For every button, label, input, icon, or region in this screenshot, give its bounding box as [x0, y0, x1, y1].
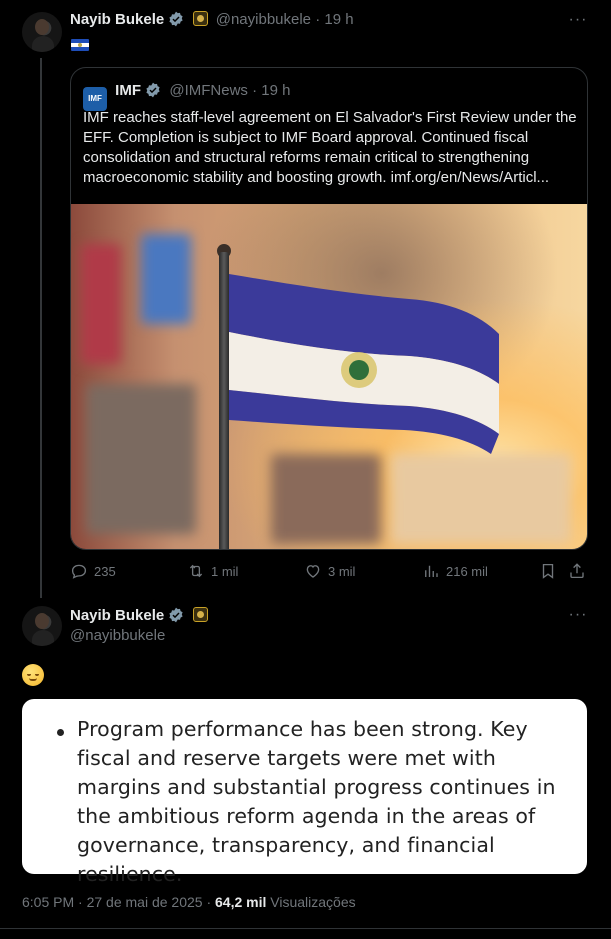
repost-icon	[189, 564, 203, 578]
author-name[interactable]: Nayib Bukele	[70, 11, 164, 28]
el-salvador-flag	[229, 274, 499, 454]
tweet-header: Nayib Bukele	[70, 606, 208, 626]
views-label: Visualizações	[266, 894, 356, 910]
quoted-tweet-card[interactable]: IMF IMF @IMFNews · 19 h IMF reaches staf…	[70, 67, 588, 550]
engagement-bar: 235 1 mil 3 mil 216 mil	[70, 562, 590, 582]
quoted-tweet-text: IMF reaches staff-level agreement on El …	[83, 109, 577, 186]
quoted-tweet-image[interactable]	[71, 204, 587, 549]
like-icon	[306, 565, 320, 578]
tweet-time[interactable]: 19 h	[324, 11, 353, 28]
verified-icon	[146, 82, 160, 98]
tweet-meta: 6:05 PM · 27 de mai de 2025 · 64,2 mil V…	[22, 894, 356, 910]
flagpole	[219, 252, 229, 549]
more-icon[interactable]: ···	[568, 12, 588, 34]
views-total: 64,2 mil	[215, 894, 267, 910]
gold-badge-icon	[192, 11, 208, 26]
flag-icon	[71, 39, 89, 51]
repost-count: 1 mil	[211, 563, 239, 579]
quoted-author-handle: @IMFNews	[169, 82, 248, 99]
quoted-tweet-time: 19 h	[261, 82, 291, 99]
avatar[interactable]	[22, 12, 62, 52]
reply-button[interactable]: 235	[70, 562, 116, 580]
reply-count: 235	[94, 563, 116, 579]
verified-icon	[169, 607, 183, 623]
tweet-header: Nayib Bukele @nayibbukele · 19 h	[70, 10, 354, 30]
verified-icon	[169, 11, 183, 27]
separator-dot: ·	[315, 11, 321, 28]
tweet-thread: Nayib Bukele @nayibbukele · 19 h ··· IMF…	[0, 0, 611, 939]
quoted-tweet-header: IMF IMF @IMFNews · 19 h	[83, 81, 290, 111]
bookmark-icon	[542, 563, 554, 579]
views-icon	[425, 565, 438, 577]
quoted-author-name: IMF	[115, 82, 141, 99]
views-count: 216 mil	[446, 563, 488, 579]
share-button[interactable]	[568, 562, 586, 580]
bullet-icon	[57, 729, 64, 736]
bookmark-button[interactable]	[539, 562, 557, 580]
like-count: 3 mil	[328, 563, 356, 579]
divider	[0, 928, 611, 929]
thread-line	[40, 58, 42, 598]
reply-icon	[71, 564, 87, 579]
repost-button[interactable]: 1 mil	[187, 562, 238, 580]
emoji-relieved-icon	[22, 664, 44, 686]
more-icon[interactable]: ···	[568, 607, 588, 629]
tweet-timestamp[interactable]: 6:05 PM · 27 de mai de 2025 ·	[22, 894, 215, 910]
separator-dot: ·	[252, 82, 258, 99]
gold-badge-icon	[192, 607, 208, 622]
author-handle[interactable]: @nayibbukele	[70, 626, 165, 646]
share-icon	[570, 563, 584, 579]
like-button[interactable]: 3 mil	[304, 562, 355, 580]
quote-image-text: Program performance has been strong. Key…	[77, 717, 556, 886]
quote-image-card[interactable]: Program performance has been strong. Key…	[22, 699, 587, 886]
author-name[interactable]: Nayib Bukele	[70, 607, 164, 624]
avatar[interactable]	[22, 606, 62, 646]
author-handle[interactable]: @nayibbukele	[216, 11, 311, 28]
views-button[interactable]: 216 mil	[422, 562, 488, 580]
